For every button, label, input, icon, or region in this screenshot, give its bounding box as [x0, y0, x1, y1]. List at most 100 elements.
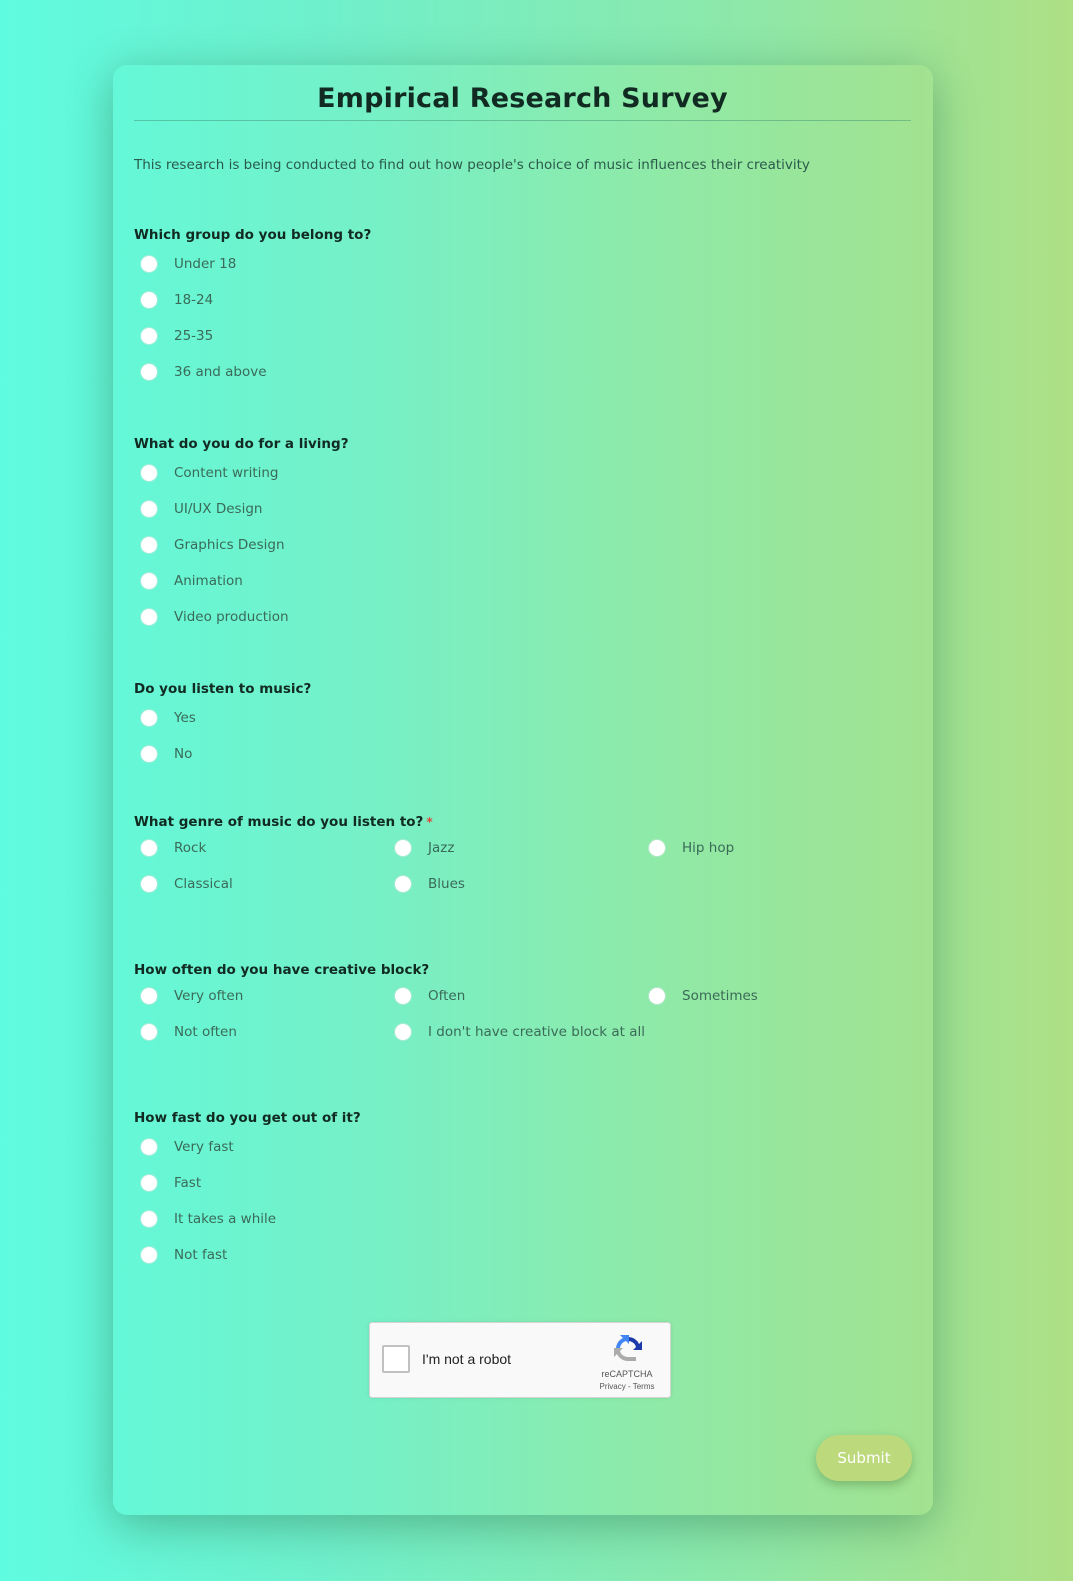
required-asterisk: *: [426, 815, 433, 829]
radio-option[interactable]: Very fast: [134, 1137, 234, 1157]
radio-button[interactable]: [141, 876, 157, 892]
question-label: Do you listen to music?: [134, 681, 312, 697]
radio-option[interactable]: Very often: [134, 986, 243, 1006]
radio-button[interactable]: [141, 1024, 157, 1040]
radio-button[interactable]: [141, 1175, 157, 1191]
radio-option[interactable]: Classical: [134, 874, 233, 894]
radio-button[interactable]: [141, 746, 157, 762]
radio-button[interactable]: [141, 840, 157, 856]
radio-option[interactable]: Blues: [388, 874, 465, 894]
radio-button[interactable]: [141, 364, 157, 380]
radio-option[interactable]: Not fast: [134, 1245, 227, 1265]
option-label: Under 18: [174, 256, 237, 272]
option-label: Not fast: [174, 1247, 228, 1263]
option-label: Often: [428, 988, 466, 1004]
radio-option[interactable]: Animation: [134, 571, 243, 591]
radio-option[interactable]: 36 and above: [134, 362, 267, 382]
radio-button[interactable]: [395, 988, 411, 1004]
radio-button[interactable]: [141, 501, 157, 517]
option-label: Very fast: [174, 1139, 234, 1155]
question-label: How often do you have creative block?: [134, 962, 430, 978]
option-label: Very often: [174, 988, 244, 1004]
radio-option[interactable]: Under 18: [134, 254, 236, 274]
submit-button[interactable]: Submit: [816, 1435, 912, 1481]
question-creative-block: How often do you have creative block? Ve…: [134, 960, 914, 1040]
question-music-genre: What genre of music do you listen to? * R…: [134, 812, 914, 892]
option-label: Graphics Design: [174, 537, 285, 553]
question-occupation: What do you do for a living? Content wri…: [134, 434, 349, 625]
radio-button[interactable]: [141, 537, 157, 553]
terms-link[interactable]: Terms: [633, 1382, 655, 1391]
question-label: How fast do you get out of it?: [134, 1110, 361, 1126]
radio-option[interactable]: No: [134, 744, 192, 764]
radio-button[interactable]: [141, 1247, 157, 1263]
radio-button[interactable]: [141, 710, 157, 726]
option-label: Classical: [174, 876, 233, 892]
option-label: No: [174, 746, 193, 762]
option-label: Rock: [174, 840, 207, 856]
question-label: What genre of music do you listen to? *: [134, 812, 914, 832]
option-label: Video production: [174, 609, 289, 625]
recaptcha-links: Privacy - Terms: [592, 1382, 662, 1391]
radio-option[interactable]: Often: [388, 986, 465, 1006]
radio-button[interactable]: [395, 876, 411, 892]
radio-button[interactable]: [141, 1139, 157, 1155]
radio-button[interactable]: [141, 573, 157, 589]
radio-button[interactable]: [141, 988, 157, 1004]
form-description: This research is being conducted to find…: [134, 157, 810, 173]
radio-button[interactable]: [141, 1211, 157, 1227]
option-label: 18-24: [174, 292, 214, 308]
question-label: What do you do for a living?: [134, 436, 349, 452]
option-label: Jazz: [428, 840, 455, 856]
recaptcha-widget: I'm not a robot reCAPTCHA Privacy - Term…: [369, 1322, 671, 1398]
question-label-text: What genre of music do you listen to?: [134, 814, 424, 830]
link-separator: -: [627, 1382, 631, 1391]
form-title: Empirical Research Survey: [317, 83, 728, 114]
radio-option[interactable]: Content writing: [134, 463, 279, 483]
title-divider: [134, 120, 911, 121]
radio-option[interactable]: Video production: [134, 607, 289, 627]
question-age-group: Which group do you belong to? Under 18 1…: [134, 225, 372, 380]
radio-button[interactable]: [141, 609, 157, 625]
radio-button[interactable]: [141, 256, 157, 272]
radio-button[interactable]: [395, 1024, 411, 1040]
radio-button[interactable]: [141, 292, 157, 308]
radio-option[interactable]: Rock: [134, 838, 206, 858]
recaptcha-brand: reCAPTCHA: [601, 1369, 653, 1379]
radio-option[interactable]: It takes a while: [134, 1209, 276, 1229]
radio-button[interactable]: [649, 840, 665, 856]
option-label: UI/UX Design: [174, 501, 263, 517]
question-recovery-speed: How fast do you get out of it? Very fast…: [134, 1108, 361, 1263]
option-label: 25-35: [174, 328, 214, 344]
radio-option[interactable]: Graphics Design: [134, 535, 285, 555]
option-label: Sometimes: [682, 988, 758, 1004]
radio-button[interactable]: [141, 328, 157, 344]
option-label: It takes a while: [174, 1211, 277, 1227]
recaptcha-logo-icon: [614, 1335, 642, 1362]
privacy-link[interactable]: Privacy: [600, 1382, 626, 1391]
option-label: I don't have creative block at all: [428, 1024, 645, 1040]
question-label: Which group do you belong to?: [134, 227, 372, 243]
option-label: 36 and above: [174, 364, 267, 380]
radio-button[interactable]: [395, 840, 411, 856]
radio-button[interactable]: [141, 465, 157, 481]
option-label: Content writing: [174, 465, 279, 481]
radio-option[interactable]: Not often: [134, 1022, 237, 1042]
radio-option[interactable]: Hip hop: [642, 838, 734, 858]
radio-button[interactable]: [649, 988, 665, 1004]
radio-option[interactable]: Sometimes: [642, 986, 758, 1006]
recaptcha-checkbox[interactable]: [382, 1345, 410, 1373]
recaptcha-label: I'm not a robot: [422, 1351, 512, 1367]
question-listen-music: Do you listen to music? Yes No: [134, 679, 312, 762]
radio-option[interactable]: 18-24: [134, 290, 213, 310]
radio-option[interactable]: Fast: [134, 1173, 201, 1193]
radio-option[interactable]: Yes: [134, 708, 196, 728]
radio-option[interactable]: UI/UX Design: [134, 499, 262, 519]
option-label: Fast: [174, 1175, 202, 1191]
radio-option[interactable]: Jazz: [388, 838, 454, 858]
option-label: Yes: [174, 710, 196, 726]
radio-option[interactable]: I don't have creative block at all: [388, 1022, 645, 1042]
option-label: Not often: [174, 1024, 237, 1040]
radio-option[interactable]: 25-35: [134, 326, 213, 346]
survey-card: Empirical Research Survey This research …: [113, 65, 933, 1515]
